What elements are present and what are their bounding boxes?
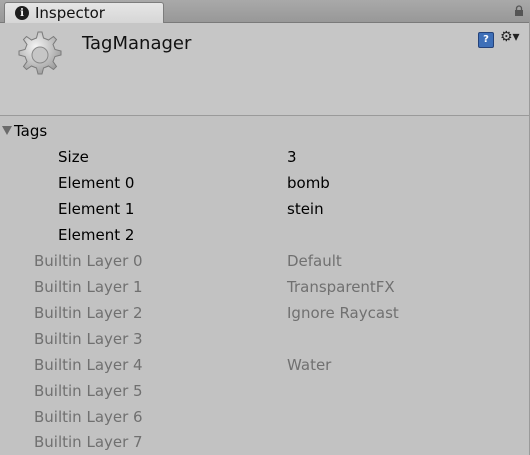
tag-element-label: Element 1 [58, 200, 135, 218]
tag-element-label: Element 0 [58, 174, 135, 192]
builtin-layer-row: Builtin Layer 0 Default [0, 248, 530, 274]
size-label: Size [58, 148, 89, 166]
tags-foldout[interactable]: Tags [14, 118, 47, 144]
builtin-layer-row: Builtin Layer 7 [0, 429, 530, 455]
builtin-layer-label: Builtin Layer 1 [34, 278, 143, 296]
tag-element-row: Element 1 stein [0, 196, 530, 222]
builtin-layer-value: TransparentFX [287, 278, 395, 296]
builtin-layer-value: Ignore Raycast [287, 304, 399, 322]
inspector-header: TagManager ? ⚙▾ [0, 23, 530, 116]
lock-icon[interactable] [514, 5, 524, 17]
tab-inspector[interactable]: i Inspector [4, 2, 164, 23]
size-field[interactable]: 3 [287, 144, 297, 170]
tag-element-label: Element 2 [58, 226, 135, 244]
builtin-layer-row: Builtin Layer 6 [0, 404, 530, 430]
builtin-layer-row: Builtin Layer 2 Ignore Raycast [0, 300, 530, 326]
builtin-layer-value: Water [287, 356, 332, 374]
builtin-layer-label: Builtin Layer 7 [34, 433, 143, 451]
tab-inspector-label: Inspector [35, 4, 105, 22]
builtin-layer-label: Builtin Layer 4 [34, 356, 143, 374]
builtin-layer-row: Builtin Layer 3 [0, 326, 530, 352]
tag-element-row: Element 2 [0, 222, 530, 248]
builtin-layer-row: Builtin Layer 4 Water [0, 352, 530, 378]
builtin-layer-label: Builtin Layer 5 [34, 382, 143, 400]
foldout-arrow-icon[interactable] [2, 126, 12, 135]
help-icon[interactable]: ? [478, 32, 494, 48]
gear-settings-icon[interactable]: ⚙▾ [500, 29, 522, 47]
tags-label: Tags [14, 122, 48, 140]
tab-bar: i Inspector [0, 0, 530, 23]
builtin-layer-row: Builtin Layer 1 TransparentFX [0, 274, 530, 300]
tags-size-row: Size 3 [0, 144, 530, 170]
builtin-layer-row: Builtin Layer 5 [0, 378, 530, 404]
builtin-layer-label: Builtin Layer 2 [34, 304, 143, 322]
tag-element-field[interactable]: bomb [287, 170, 330, 196]
gear-icon [18, 31, 62, 75]
builtin-layer-value: Default [287, 252, 342, 270]
tag-element-field[interactable]: stein [287, 196, 324, 222]
info-icon: i [15, 6, 29, 20]
component-title: TagManager [82, 33, 192, 54]
tag-element-row: Element 0 bomb [0, 170, 530, 196]
builtin-layer-label: Builtin Layer 3 [34, 330, 143, 348]
builtin-layer-label: Builtin Layer 0 [34, 252, 143, 270]
builtin-layer-label: Builtin Layer 6 [34, 408, 143, 426]
